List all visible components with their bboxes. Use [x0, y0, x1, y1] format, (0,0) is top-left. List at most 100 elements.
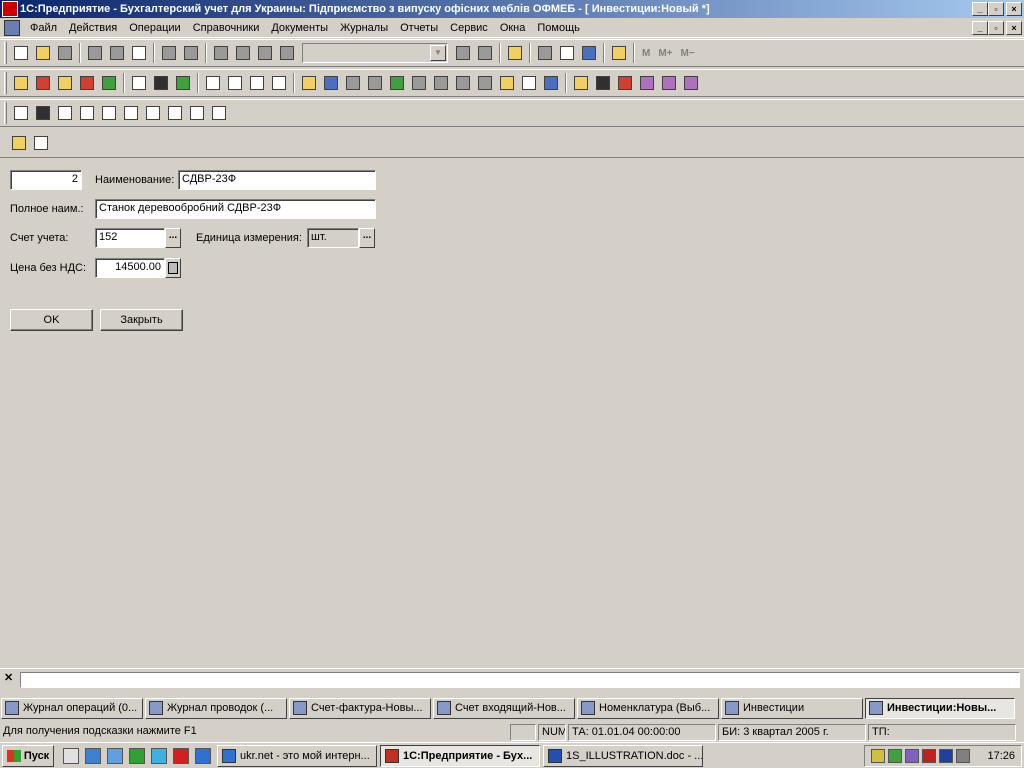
name-field[interactable]: СДВР-23Ф: [178, 170, 376, 190]
currency-icon[interactable]: [172, 72, 194, 94]
doc-restore-button[interactable]: ▫: [988, 21, 1004, 35]
minus-icon[interactable]: [364, 72, 386, 94]
restore-button[interactable]: ▫: [988, 2, 1004, 16]
contractors-icon[interactable]: [150, 72, 172, 94]
internet-explorer-icon[interactable]: [195, 747, 211, 764]
menu-help[interactable]: Помощь: [531, 22, 586, 34]
postings-icon[interactable]: [76, 72, 98, 94]
report-card-icon[interactable]: [76, 102, 98, 124]
menu-service[interactable]: Сервис: [444, 22, 494, 34]
cash-register-icon[interactable]: [518, 72, 540, 94]
report-turnover-icon[interactable]: [54, 102, 76, 124]
tab-incoming-invoice[interactable]: Счет входящий-Нов...: [433, 697, 575, 719]
account-field[interactable]: 152: [95, 228, 165, 248]
coins-icon[interactable]: [496, 72, 518, 94]
search-next-icon[interactable]: [452, 42, 474, 64]
report-table-icon[interactable]: [10, 102, 32, 124]
report-t-sub-icon[interactable]: [164, 102, 186, 124]
plus-icon[interactable]: [342, 72, 364, 94]
operations-journal-icon[interactable]: [54, 72, 76, 94]
calculator-icon[interactable]: [534, 42, 556, 64]
new-document-icon[interactable]: [10, 42, 32, 64]
cash-in-icon[interactable]: [298, 72, 320, 94]
search-prev-icon[interactable]: [474, 42, 496, 64]
invoice-icon[interactable]: [224, 72, 246, 94]
account-select-button[interactable]: ...: [165, 228, 181, 248]
person-icon[interactable]: [570, 72, 592, 94]
calendar-icon[interactable]: [556, 42, 578, 64]
depreciation-icon[interactable]: [658, 72, 680, 94]
tab-investments-new[interactable]: Инвестиции:Новы...: [865, 697, 1015, 719]
paste-icon[interactable]: [128, 42, 150, 64]
close-form-button[interactable]: Закрыть: [100, 309, 183, 331]
tab-operations-journal[interactable]: Журнал операций (0...: [1, 697, 143, 719]
code-field[interactable]: 2: [10, 170, 82, 190]
calculator-button[interactable]: [165, 258, 181, 278]
form-help-icon[interactable]: [8, 132, 30, 154]
plan-icon[interactable]: [98, 72, 120, 94]
toolbar-grip[interactable]: [4, 42, 7, 64]
balance-icon[interactable]: [386, 72, 408, 94]
menu-windows[interactable]: Окна: [494, 22, 532, 34]
book-icon[interactable]: [608, 42, 630, 64]
toolbar-grip[interactable]: [4, 102, 7, 124]
doc-minimize-button[interactable]: _: [972, 21, 988, 35]
copy-icon[interactable]: [106, 42, 128, 64]
outlook-icon[interactable]: [85, 747, 101, 764]
grid-icon[interactable]: [408, 72, 430, 94]
volume-icon[interactable]: [871, 749, 886, 763]
journal-list-icon[interactable]: [202, 72, 224, 94]
chart-of-accounts-icon[interactable]: [10, 72, 32, 94]
start-button[interactable]: Пуск: [2, 744, 54, 767]
task-word-doc[interactable]: 1S_ILLUSTRATION.doc - ...: [543, 744, 703, 767]
task-1c[interactable]: 1С:Предприятие - Бух...: [380, 744, 540, 767]
tab-postings-journal[interactable]: Журнал проводок (...: [145, 697, 287, 719]
globe-icon[interactable]: [540, 72, 562, 94]
open-folder-icon[interactable]: [32, 42, 54, 64]
menu-file[interactable]: Файл: [24, 22, 63, 34]
print-preview-icon[interactable]: [180, 42, 202, 64]
unit-field[interactable]: шт.: [307, 228, 359, 248]
subconto-icon[interactable]: [32, 72, 54, 94]
menu-reports[interactable]: Отчеты: [394, 22, 444, 34]
redo-icon[interactable]: [254, 42, 276, 64]
pointer-help-icon[interactable]: [30, 132, 52, 154]
memory-m-button[interactable]: M: [638, 48, 654, 59]
transfer-icon[interactable]: [680, 72, 702, 94]
tab-invoice[interactable]: Счет-фактура-Новы...: [289, 697, 431, 719]
unit-select-button[interactable]: ...: [359, 228, 375, 248]
minimize-button[interactable]: _: [972, 2, 988, 16]
menu-references[interactable]: Справочники: [187, 22, 266, 34]
vc-icon[interactable]: [888, 749, 903, 763]
document-menu-icon[interactable]: [4, 19, 20, 36]
memory-minus-button[interactable]: M−: [677, 48, 699, 59]
print-icon[interactable]: [158, 42, 180, 64]
report-analysis-icon[interactable]: [98, 102, 120, 124]
undo-icon[interactable]: [232, 42, 254, 64]
close-button[interactable]: ×: [1006, 2, 1022, 16]
menu-journals[interactable]: Журналы: [334, 22, 394, 34]
report-chart-icon[interactable]: [208, 102, 230, 124]
clock[interactable]: 17:26: [987, 750, 1015, 762]
menu-operations[interactable]: Операции: [123, 22, 186, 34]
close-icon[interactable]: ✕: [4, 671, 13, 684]
report-t-detail-icon[interactable]: [142, 102, 164, 124]
fullname-field[interactable]: Станок деревообробний СДВР-23Ф: [95, 199, 376, 219]
page-setup-icon[interactable]: [210, 42, 232, 64]
tools-icon[interactable]: [614, 72, 636, 94]
cash-out-icon[interactable]: [320, 72, 342, 94]
payment-order-icon[interactable]: [268, 72, 290, 94]
command-input[interactable]: [20, 672, 1020, 688]
assets-icon[interactable]: [636, 72, 658, 94]
people-icon[interactable]: [592, 72, 614, 94]
find-binoculars-icon[interactable]: [276, 42, 298, 64]
tab-investments[interactable]: Инвестиции: [721, 697, 863, 719]
checkmark-icon[interactable]: [452, 72, 474, 94]
doc-close-button[interactable]: ×: [1006, 21, 1022, 35]
toolbar-grip[interactable]: [4, 72, 7, 94]
excel-icon[interactable]: [129, 747, 145, 764]
ok-button[interactable]: OK: [10, 309, 93, 331]
tab-nomenclature[interactable]: Номенклатура (Выб...: [577, 697, 719, 719]
report-chess-icon[interactable]: [32, 102, 54, 124]
cut-icon[interactable]: [84, 42, 106, 64]
